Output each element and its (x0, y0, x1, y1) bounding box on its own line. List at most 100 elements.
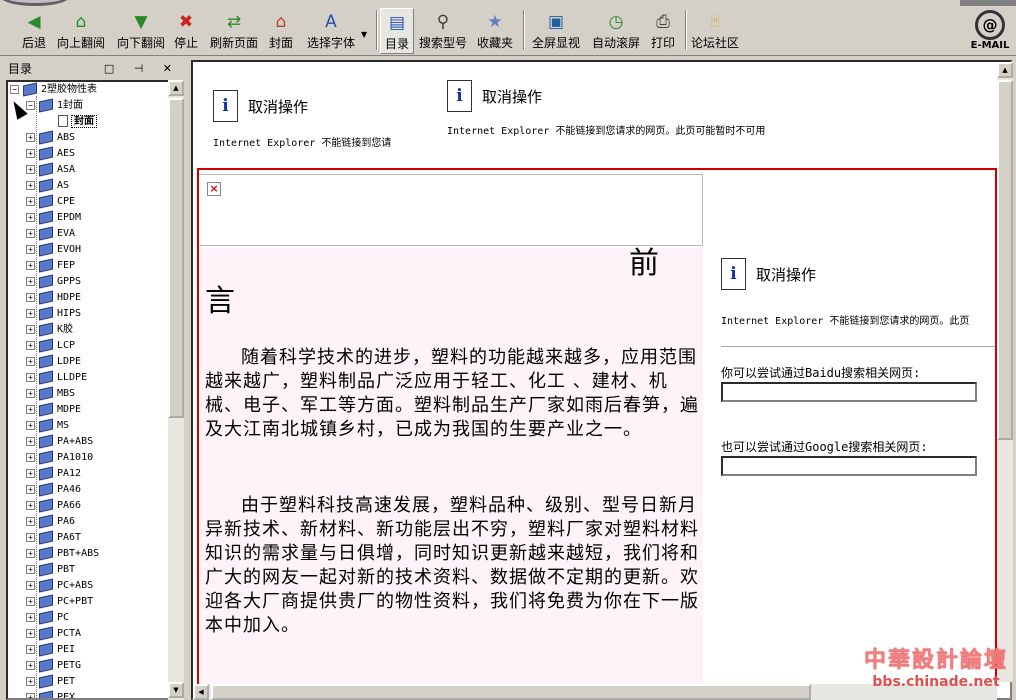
email-button[interactable]: @ E-MAIL (968, 8, 1012, 54)
toolbar-button-0[interactable]: ◀ 后退 (16, 8, 52, 54)
tree-item[interactable]: + PA+ABS (26, 434, 93, 450)
tree-item[interactable]: + AS (26, 178, 69, 194)
toolbar-button-9[interactable]: ★ 收藏夹 (474, 8, 516, 54)
content-vertical-scrollbar[interactable]: ▲ (997, 62, 1013, 682)
tree-page-cover[interactable]: 封面 (58, 114, 97, 130)
expand-icon[interactable]: + (26, 196, 35, 206)
tree-item[interactable]: + GPPS (26, 274, 81, 290)
tree-item[interactable]: + ASA (26, 162, 75, 178)
tree-item[interactable]: + K胶 (26, 322, 73, 338)
expand-icon[interactable]: + (26, 532, 35, 542)
expand-icon[interactable]: + (26, 436, 35, 446)
expand-icon[interactable]: + (26, 276, 35, 286)
expand-icon[interactable]: + (26, 356, 35, 366)
tree-item[interactable]: + PA66 (26, 498, 81, 514)
expand-icon[interactable]: + (26, 548, 35, 558)
toolbar-button-2[interactable]: ▼ 向下翻阅 (114, 8, 168, 54)
tree-item[interactable]: + EVOH (26, 242, 81, 258)
expand-icon[interactable]: + (26, 212, 35, 222)
tree-item[interactable]: + PEI (26, 642, 75, 658)
tree-item[interactable]: + PA1010 (26, 450, 93, 466)
scroll-thumb[interactable] (997, 80, 1013, 440)
tree-item[interactable]: + PET (26, 674, 75, 690)
expand-icon[interactable]: + (26, 292, 35, 302)
expand-icon[interactable]: + (26, 564, 35, 574)
expand-icon[interactable]: + (26, 132, 35, 142)
tree-item[interactable]: + LCP (26, 338, 75, 354)
tree-item[interactable]: + PC (26, 610, 69, 626)
tree-item[interactable]: + ABS (26, 130, 75, 146)
collapse-icon[interactable]: − (26, 100, 35, 110)
baidu-search-input[interactable] (721, 382, 977, 402)
tree-item[interactable]: + PBT+ABS (26, 546, 99, 562)
tree-item[interactable]: + MBS (26, 386, 75, 402)
tree-item[interactable]: + HIPS (26, 306, 81, 322)
scroll-left-button[interactable]: ◀ (193, 684, 209, 700)
expand-icon[interactable]: + (26, 244, 35, 254)
toc-scrollbar[interactable]: ▲ ▼ (168, 80, 184, 700)
scroll-up-button[interactable]: ▲ (997, 62, 1013, 78)
scroll-thumb[interactable] (211, 684, 811, 700)
expand-icon[interactable]: + (26, 404, 35, 414)
expand-icon[interactable]: + (26, 372, 35, 382)
tree-item[interactable]: + PA12 (26, 466, 81, 482)
tree-item[interactable]: + PBT (26, 562, 75, 578)
expand-icon[interactable]: + (26, 148, 35, 158)
expand-icon[interactable]: + (26, 676, 35, 686)
expand-icon[interactable]: + (26, 596, 35, 606)
toolbar-button-1[interactable]: ⌂ 向上翻阅 (54, 8, 108, 54)
toc-tree[interactable]: −2塑胶物性表 −1封面 封面 + ABS + AES + ASA + AS + CPE + EPDM… (6, 80, 170, 700)
toolbar-button-6[interactable]: A 选择字体 (300, 8, 362, 54)
tree-folder-cover[interactable]: − 1封面 (26, 98, 83, 114)
expand-icon[interactable]: + (26, 260, 35, 270)
tree-item[interactable]: + HDPE (26, 290, 81, 306)
toolbar-button-5[interactable]: ⌂ 封面 (266, 8, 296, 54)
expand-icon[interactable]: + (26, 468, 35, 478)
scroll-down-button[interactable]: ▼ (168, 682, 184, 698)
expand-icon[interactable]: + (26, 420, 35, 430)
tree-item[interactable]: + PC+ABS (26, 578, 93, 594)
tree-item[interactable]: + MDPE (26, 402, 81, 418)
toolbar-button-13[interactable]: ☝ 论坛社区 (690, 8, 740, 54)
expand-icon[interactable]: + (26, 500, 35, 510)
tree-item[interactable]: + AES (26, 146, 75, 162)
expand-icon[interactable]: + (26, 660, 35, 670)
tree-item[interactable]: + CPE (26, 194, 75, 210)
collapse-icon[interactable]: − (10, 84, 19, 94)
expand-icon[interactable]: + (26, 644, 35, 654)
expand-icon[interactable]: + (26, 324, 35, 334)
tree-item[interactable]: + LLDPE (26, 370, 87, 386)
expand-icon[interactable]: + (26, 628, 35, 638)
tree-item[interactable]: + FEP (26, 258, 75, 274)
expand-icon[interactable]: + (26, 580, 35, 590)
expand-icon[interactable]: + (26, 228, 35, 238)
tree-item[interactable]: + MS (26, 418, 69, 434)
google-search-input[interactable] (721, 456, 977, 476)
toolbar-button-10[interactable]: ▣ 全屏显视 (528, 8, 584, 54)
expand-icon[interactable]: + (26, 308, 35, 318)
tree-item[interactable]: + PA6T (26, 530, 81, 546)
toolbar-button-4[interactable]: ⇄ 刷新页面 (206, 8, 262, 54)
toc-pane-controls[interactable]: □ ⊣ ✕ (104, 60, 180, 78)
toolbar-button-8[interactable]: ⚲ 搜索型号 (416, 8, 470, 54)
tree-item[interactable]: + PC+PBT (26, 594, 93, 610)
tree-item[interactable]: + EPDM (26, 210, 81, 226)
expand-icon[interactable]: + (26, 340, 35, 350)
toolbar-button-12[interactable]: ⎙ 打印 (648, 8, 678, 54)
tree-item[interactable]: + PCTA (26, 626, 81, 642)
expand-icon[interactable]: + (26, 164, 35, 174)
tree-item[interactable]: + PEX (26, 690, 75, 698)
tree-item[interactable]: + PA6 (26, 514, 75, 530)
expand-icon[interactable]: + (26, 452, 35, 462)
expand-icon[interactable]: + (26, 484, 35, 494)
expand-icon[interactable]: + (26, 692, 35, 698)
scroll-up-button[interactable]: ▲ (168, 80, 184, 96)
tree-root[interactable]: − 2塑胶物性表 (10, 82, 97, 98)
tree-item[interactable]: + PETG (26, 658, 81, 674)
expand-icon[interactable]: + (26, 516, 35, 526)
tree-item[interactable]: + EVA (26, 226, 75, 242)
tree-item[interactable]: + LDPE (26, 354, 81, 370)
expand-icon[interactable]: + (26, 388, 35, 398)
font-dropdown-arrow[interactable]: ▼ (361, 30, 367, 39)
scroll-thumb[interactable] (168, 98, 184, 418)
